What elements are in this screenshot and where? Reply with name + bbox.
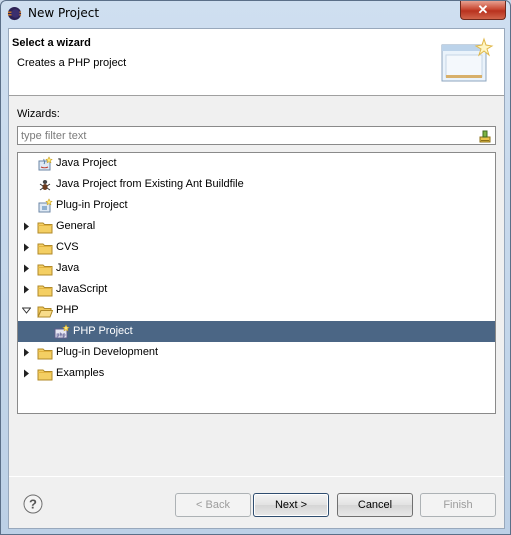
collapsed-arrow-icon[interactable] (22, 222, 31, 231)
close-button[interactable]: ✕ (460, 1, 506, 20)
tree-item-php[interactable]: PHP (18, 300, 495, 321)
tree-item-label: Plug-in Project (56, 199, 128, 211)
collapsed-arrow-icon[interactable] (22, 348, 31, 357)
wizards-label: Wizards: (17, 108, 60, 120)
tree-item-label: Java Project (56, 157, 117, 169)
finish-button[interactable]: Finish (420, 493, 496, 517)
folder-icon (37, 264, 53, 276)
java-project-icon (38, 156, 53, 171)
folder-icon (37, 243, 53, 255)
folder-open-icon (37, 306, 53, 318)
header-description: Creates a PHP project (17, 57, 127, 69)
title-bar[interactable]: New Project ✕ (1, 1, 510, 27)
tree-item-javascript[interactable]: JavaScript (18, 279, 495, 300)
filter-box[interactable] (17, 126, 496, 145)
window-title: New Project (28, 6, 100, 20)
php-project-icon: php (54, 324, 70, 339)
new-wizard-banner-icon (441, 37, 494, 82)
tree-item-label: PHP Project (73, 325, 133, 337)
back-button[interactable]: < Back (175, 493, 251, 517)
tree-item-examples[interactable]: Examples (18, 363, 495, 384)
tree-item-java[interactable]: Java (18, 258, 495, 279)
collapsed-arrow-icon[interactable] (22, 264, 31, 273)
tree-item-label: General (56, 220, 96, 232)
folder-icon (37, 222, 53, 234)
folder-icon (37, 369, 53, 381)
header-title: Select a wizard (12, 37, 91, 49)
tree-item-label: Java (56, 262, 80, 274)
tree-item-java-project[interactable]: Java Project (18, 153, 495, 174)
button-bar-separator (9, 476, 504, 477)
tree-item-label: Java Project from Existing Ant Buildfile (56, 178, 244, 190)
tree-item-label: Examples (56, 367, 105, 379)
cancel-button[interactable]: Cancel (337, 493, 413, 517)
help-icon[interactable]: ? (23, 494, 43, 514)
tree-item-plug-in-development[interactable]: Plug-in Development (18, 342, 495, 363)
collapsed-arrow-icon[interactable] (22, 243, 31, 252)
expanded-arrow-icon[interactable] (22, 306, 31, 315)
filter-input[interactable] (19, 128, 469, 143)
clear-filter-icon[interactable] (477, 128, 493, 144)
svg-text:php: php (56, 333, 65, 339)
new-project-dialog: New Project ✕ Select a wizard Creates a … (0, 0, 511, 535)
next-button[interactable]: Next > (253, 493, 329, 517)
ant-icon (39, 180, 51, 191)
folder-icon (37, 285, 53, 297)
tree-item-cvs[interactable]: CVS (18, 237, 495, 258)
tree-item-plug-in-project[interactable]: Plug-in Project (18, 195, 495, 216)
eclipse-icon (7, 6, 22, 21)
plugin-project-icon (38, 198, 53, 213)
collapsed-arrow-icon[interactable] (22, 369, 31, 378)
tree-item-label: Plug-in Development (56, 346, 159, 358)
close-icon: ✕ (477, 2, 489, 17)
tree-item-label: PHP (56, 304, 79, 316)
wizard-tree[interactable]: Java Project Java Project from Existing A… (17, 152, 496, 414)
tree-item-php-project[interactable]: php PHP Project (18, 321, 495, 342)
tree-item-label: CVS (56, 241, 79, 253)
wizard-header: Select a wizard Creates a PHP project (9, 29, 504, 96)
tree-item-java-project-from-existing-ant-buildfile[interactable]: Java Project from Existing Ant Buildfile (18, 174, 495, 195)
svg-text:?: ? (29, 497, 37, 512)
collapsed-arrow-icon[interactable] (22, 285, 31, 294)
folder-icon (37, 348, 53, 360)
tree-item-label: JavaScript (56, 283, 108, 295)
dialog-body: Select a wizard Creates a PHP project Wi… (8, 28, 505, 529)
tree-item-general[interactable]: General (18, 216, 495, 237)
